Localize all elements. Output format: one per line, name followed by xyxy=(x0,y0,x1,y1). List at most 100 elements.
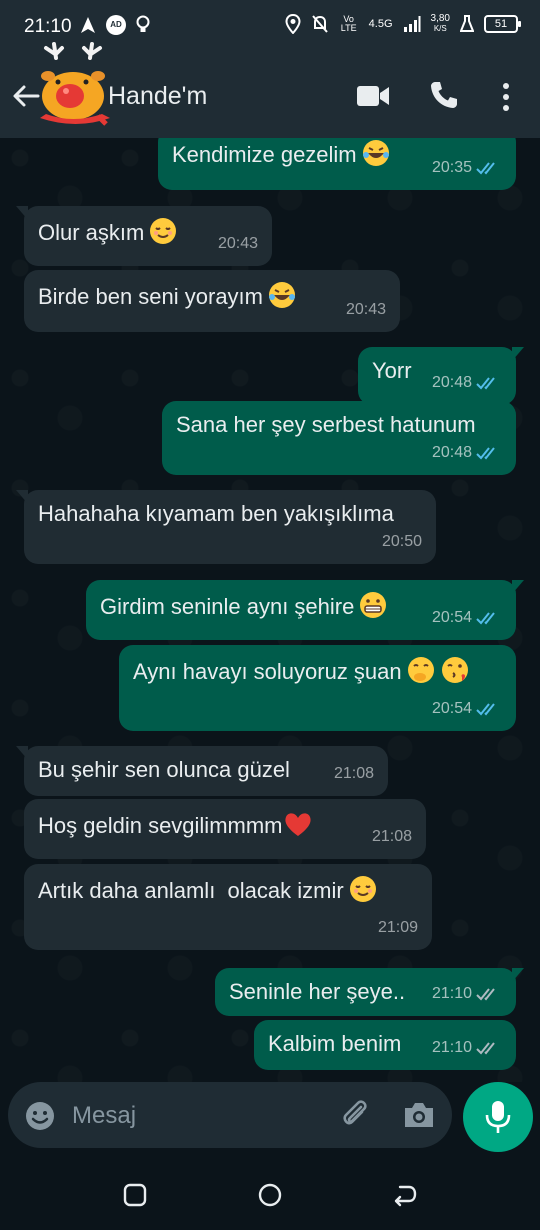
message-text: Bu şehir sen olunca güzel xyxy=(38,757,290,782)
message-time: 20:48 xyxy=(431,374,472,391)
laughing-emoji-icon xyxy=(362,140,389,166)
message-meta: 20:43 xyxy=(218,230,258,258)
message-meta: 20:54 xyxy=(432,695,502,723)
phone-icon[interactable] xyxy=(429,80,459,110)
message-text: Aynı havayı soluyoruz şuan xyxy=(133,659,402,684)
contact-name[interactable]: Hande'm xyxy=(108,82,207,111)
message-time: 20:43 xyxy=(345,301,386,318)
message-incoming[interactable]: Olur aşkım 20:43 xyxy=(16,206,272,266)
message-text: Kalbim benim xyxy=(268,1031,402,1056)
status-right-icons: Vo LTE 4.5G 3,80 K/S 51 xyxy=(285,14,521,34)
bubble-tail xyxy=(512,347,524,361)
message-incoming[interactable]: Hoş geldin sevgilimmmm 21:08 xyxy=(24,799,426,859)
kissing-emoji-icon xyxy=(441,657,468,683)
message-meta: 20:48 xyxy=(432,369,502,397)
read-ticks-icon xyxy=(476,703,495,716)
video-call-icon[interactable] xyxy=(356,84,390,108)
message-time: 20:50 xyxy=(381,533,422,550)
message-time: 21:08 xyxy=(333,765,374,782)
read-ticks-icon xyxy=(476,447,495,460)
status-left-icons: AD xyxy=(80,15,150,35)
message-meta: 20:54 xyxy=(432,604,502,632)
message-time: 20:54 xyxy=(431,609,472,626)
signal-icon xyxy=(403,16,421,32)
relieved-emoji-icon xyxy=(150,218,177,244)
message-time: 21:10 xyxy=(431,1039,472,1056)
grimacing-emoji-icon xyxy=(360,592,387,618)
message-meta: 21:10 xyxy=(432,980,502,1008)
message-text: Artık daha anlamlı olacak izmir xyxy=(38,878,344,903)
network-speed-unit: K/S xyxy=(433,24,447,33)
more-vert-icon[interactable] xyxy=(498,82,514,112)
message-time: 21:10 xyxy=(431,985,472,1002)
contact-avatar[interactable] xyxy=(36,40,112,126)
message-meta: 21:10 xyxy=(432,1034,502,1062)
laughing-emoji-icon xyxy=(269,282,295,308)
message-meta: 20:35 xyxy=(432,154,502,182)
message-meta: 20:48 xyxy=(432,439,502,467)
message-outgoing[interactable]: Yorr 20:48 xyxy=(358,347,524,405)
message-text: Yorr xyxy=(372,358,412,383)
message-incoming[interactable]: Birde ben seni yorayım 20:43 xyxy=(24,270,400,332)
message-outgoing[interactable]: Kalbim benim 21:10 xyxy=(254,1020,516,1070)
delivered-ticks-icon xyxy=(476,988,495,1001)
message-text: Hoş geldin sevgilimmmm xyxy=(38,813,283,838)
attach-icon[interactable] xyxy=(338,1098,372,1132)
message-time: 20:48 xyxy=(431,444,472,461)
lightbulb-icon xyxy=(136,15,150,32)
voice-message-button[interactable] xyxy=(463,1082,533,1152)
message-input-placeholder: Mesaj xyxy=(72,1102,137,1129)
composer: Mesaj xyxy=(0,1082,540,1160)
message-time: 20:35 xyxy=(431,159,472,176)
message-incoming[interactable]: Hahahaha kıyamam ben yakışıklıma 20:50 xyxy=(16,490,436,564)
message-text: Girdim seninle aynı şehire xyxy=(100,594,355,619)
read-ticks-icon xyxy=(476,162,495,175)
message-time: 21:09 xyxy=(377,919,418,936)
camera-icon[interactable] xyxy=(402,1100,436,1130)
back-nav-icon[interactable] xyxy=(392,1182,418,1208)
mic-icon xyxy=(485,1101,511,1133)
message-text: Seninle her şeye.. xyxy=(229,979,406,1004)
giggling-emoji-icon xyxy=(407,657,434,683)
mute-bell-icon xyxy=(311,15,328,33)
red-heart-icon xyxy=(284,813,311,836)
message-incoming[interactable]: Bu şehir sen olunca güzel 21:08 xyxy=(16,746,388,796)
message-text: Sana her şey serbest hatunum xyxy=(176,412,476,437)
message-meta: 21:09 xyxy=(378,914,418,942)
message-outgoing[interactable]: Girdim seninle aynı şehire 20:54 xyxy=(86,580,524,640)
flask-icon xyxy=(460,15,474,32)
emoji-icon[interactable] xyxy=(24,1100,56,1132)
message-text: Hahahaha kıyamam ben yakışıklıma xyxy=(38,501,394,526)
battery-indicator: 51 xyxy=(484,15,521,33)
relieved-emoji-icon xyxy=(349,876,376,902)
message-meta: 21:08 xyxy=(372,823,412,851)
message-meta: 20:50 xyxy=(382,528,422,556)
message-list[interactable]: Kendimize gezelim 20:35 Olur aşkım 20:43… xyxy=(0,138,540,1082)
bubble-tail xyxy=(16,746,28,760)
bubble-tail xyxy=(16,206,28,220)
message-outgoing[interactable]: Aynı havayı soluyoruz şuan 20:54 xyxy=(119,645,516,731)
message-outgoing[interactable]: Sana her şey serbest hatunum 20:48 xyxy=(162,401,516,475)
message-time: 20:54 xyxy=(431,700,472,717)
read-ticks-icon xyxy=(476,377,495,390)
message-outgoing[interactable]: Kendimize gezelim 20:35 xyxy=(158,138,516,190)
ad-badge: AD xyxy=(106,15,126,35)
network-speed: 3,80 K/S xyxy=(431,14,450,34)
bubble-tail xyxy=(512,968,524,982)
recents-icon[interactable] xyxy=(122,1182,148,1208)
network-speed-value: 3,80 xyxy=(430,13,450,24)
location-icon xyxy=(285,14,301,34)
message-meta: 20:43 xyxy=(346,296,386,324)
message-time: 20:43 xyxy=(217,235,258,252)
message-input[interactable]: Mesaj xyxy=(8,1082,452,1148)
navigation-arrow-icon xyxy=(81,17,95,33)
message-outgoing[interactable]: Seninle her şeye.. 21:10 xyxy=(215,968,524,1016)
system-nav-bar xyxy=(0,1160,540,1230)
bubble-tail xyxy=(512,580,524,594)
status-time: 21:10 xyxy=(24,16,72,37)
home-icon[interactable] xyxy=(257,1182,283,1208)
delivered-ticks-icon xyxy=(476,1042,495,1055)
message-incoming[interactable]: Artık daha anlamlı olacak izmir 21:09 xyxy=(24,864,432,950)
network-type: 4.5G xyxy=(368,18,393,30)
message-text: Birde ben seni yorayım xyxy=(38,284,263,309)
